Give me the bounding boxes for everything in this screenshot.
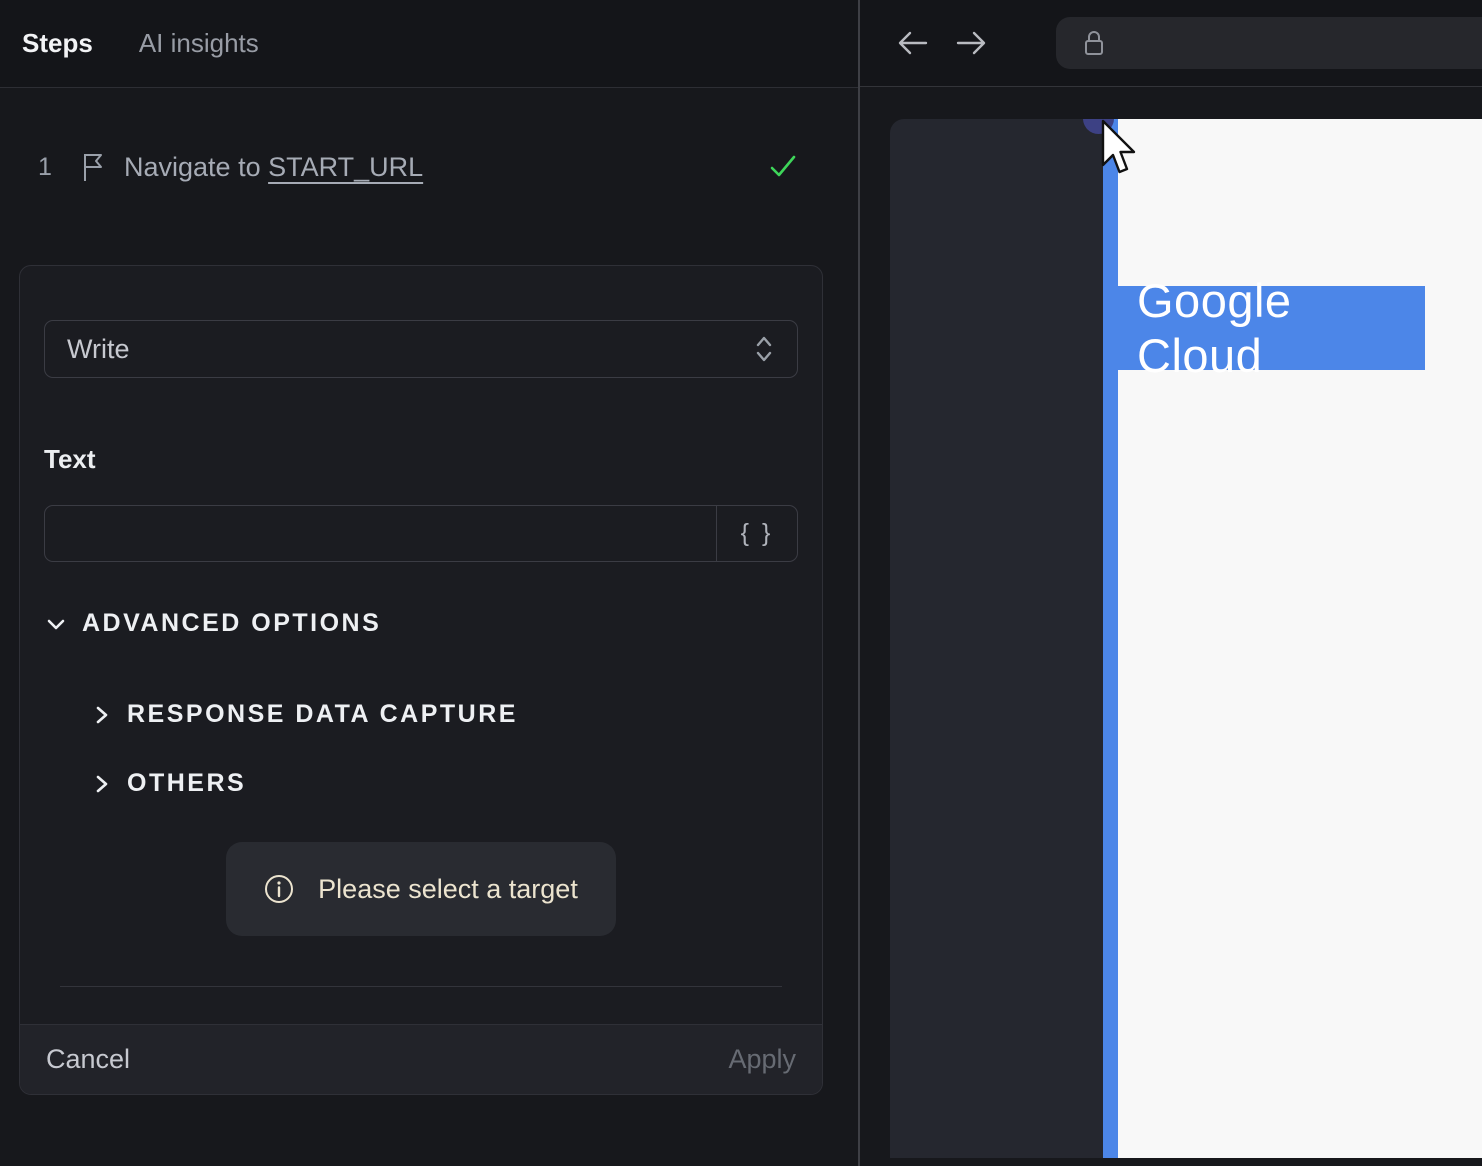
response-data-capture-toggle[interactable]: RESPONSE DATA CAPTURE — [44, 700, 798, 729]
chevron-right-icon — [96, 706, 108, 723]
lock-icon — [1085, 31, 1103, 55]
steps-panel: Steps AI insights 1 Navigate to START_UR… — [0, 0, 858, 1166]
browser-toolbar — [860, 0, 1482, 87]
check-icon — [770, 155, 796, 177]
others-label: OTHERS — [127, 769, 247, 797]
step-number: 1 — [38, 152, 52, 181]
step-start-url-link[interactable]: START_URL — [268, 152, 423, 182]
advanced-options-label: ADVANCED OPTIONS — [82, 609, 382, 637]
step-row-1[interactable]: 1 Navigate to START_URL — [0, 148, 858, 186]
forward-button[interactable] — [954, 26, 988, 60]
page-preview-area: Google Cloud — [860, 87, 1482, 1166]
text-field-label: Text — [44, 444, 96, 474]
select-chevrons-icon — [756, 336, 772, 362]
mouse-cursor-icon — [1101, 119, 1136, 174]
page-viewport[interactable]: Google Cloud — [890, 119, 1482, 1158]
address-bar[interactable] — [1056, 17, 1482, 69]
highlighted-element[interactable]: Google Cloud — [1118, 274, 1425, 382]
chevron-down-icon — [47, 619, 65, 629]
panel-tabs-header: Steps AI insights — [0, 0, 858, 88]
editor-footer: Cancel Apply — [20, 1024, 822, 1094]
text-input-row: { } — [44, 505, 798, 562]
others-toggle[interactable]: OTHERS — [44, 769, 798, 798]
action-select[interactable]: Write — [44, 320, 798, 378]
highlighted-element-label: Google Cloud — [1137, 274, 1292, 382]
text-input[interactable] — [45, 506, 716, 561]
chevron-right-icon — [96, 775, 108, 792]
tab-steps[interactable]: Steps — [22, 28, 93, 59]
info-icon — [265, 875, 294, 903]
select-target-notice-text: Please select a target — [318, 873, 578, 904]
element-highlight-strip — [1103, 119, 1118, 1158]
step-editor-card: Write Text { } ADVANCED OPTIONS RESPONSE… — [19, 265, 823, 1095]
flag-icon — [84, 154, 102, 181]
apply-button[interactable]: Apply — [728, 1044, 796, 1075]
cancel-button[interactable]: Cancel — [46, 1044, 130, 1075]
browser-preview-panel: Google Cloud — [858, 0, 1482, 1166]
footer-divider — [60, 986, 782, 987]
tab-ai-insights[interactable]: AI insights — [139, 28, 259, 59]
back-button[interactable] — [896, 26, 930, 60]
app-window: Steps AI insights 1 Navigate to START_UR… — [0, 0, 1482, 1166]
response-data-capture-label: RESPONSE DATA CAPTURE — [127, 700, 518, 728]
insert-variable-button[interactable]: { } — [716, 506, 797, 561]
advanced-options-toggle[interactable]: ADVANCED OPTIONS — [44, 609, 798, 638]
step-title: Navigate to START_URL — [124, 151, 424, 182]
action-select-value: Write — [67, 333, 130, 364]
page-dark-pane — [890, 119, 1103, 1158]
select-target-notice: Please select a target — [226, 842, 616, 936]
